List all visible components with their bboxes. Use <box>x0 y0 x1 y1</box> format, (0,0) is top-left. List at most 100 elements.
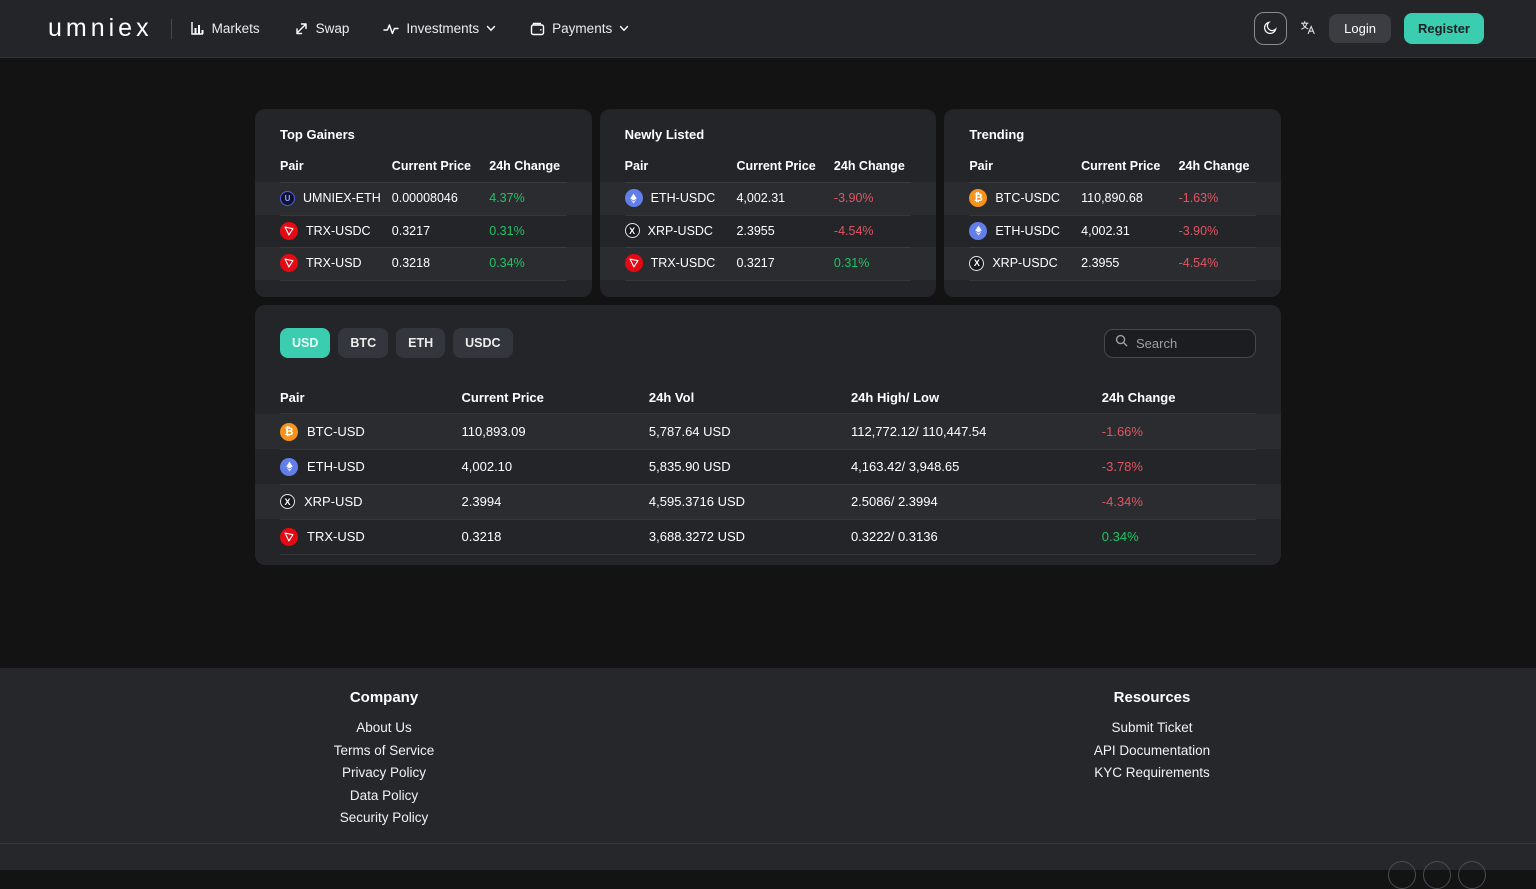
column-header-pair: Pair <box>280 159 392 173</box>
nav-item-payments[interactable]: Payments <box>530 21 629 36</box>
pair-label: ETH-USDC <box>651 191 716 205</box>
change-value: 0.34% <box>1102 529 1256 544</box>
search-input[interactable] <box>1136 336 1245 351</box>
table-row[interactable]: ₿ BTC-USDC 110,890.68 -1.63% <box>944 182 1281 215</box>
pair-label: BTC-USDC <box>995 191 1060 205</box>
footer-company-column: Company About Us Terms of Service Privac… <box>0 689 768 843</box>
nav-item-label: Payments <box>552 21 612 36</box>
footer-link-data-policy[interactable]: Data Policy <box>0 785 768 808</box>
newly-listed-card: Newly Listed Pair Current Price 24h Chan… <box>600 109 937 297</box>
register-button[interactable]: Register <box>1404 13 1484 44</box>
table-row[interactable]: ₿ BTC-USD 110,893.09 5,787.64 USD 112,77… <box>255 414 1281 449</box>
nav-item-label: Investments <box>406 21 479 36</box>
bar-chart-icon <box>190 21 205 36</box>
chevron-down-icon <box>486 25 496 32</box>
theme-toggle-button[interactable] <box>1254 12 1287 45</box>
social-icon[interactable] <box>1423 861 1451 889</box>
footer-link-terms-of-service[interactable]: Terms of Service <box>0 740 768 763</box>
nav-item-swap[interactable]: Swap <box>294 21 350 36</box>
nav-item-markets[interactable]: Markets <box>190 21 260 36</box>
column-header-price: Current Price <box>1081 159 1178 173</box>
footer-link-kyc-requirements[interactable]: KYC Requirements <box>768 762 1536 785</box>
xrp-coin-icon: X <box>625 223 640 238</box>
table-row[interactable]: U UMNIEX-ETH 0.00008046 4.37% <box>255 182 592 215</box>
change-value: -3.78% <box>1102 459 1256 474</box>
high-low-24h: 4,163.42/ 3,948.65 <box>851 459 1102 474</box>
current-price: 0.00008046 <box>392 191 489 205</box>
login-button[interactable]: Login <box>1329 14 1391 43</box>
btc-coin-icon: ₿ <box>280 423 298 441</box>
pair-label: ETH-USDC <box>995 224 1060 238</box>
column-header-change: 24h Change <box>489 159 566 173</box>
column-header-change: 24h Change <box>1102 390 1256 405</box>
pair-label: TRX-USD <box>306 256 362 270</box>
market-highlight-cards: Top Gainers Pair Current Price 24h Chang… <box>255 109 1281 297</box>
social-icon[interactable] <box>1458 861 1486 889</box>
xrp-coin-icon: X <box>280 494 295 509</box>
table-row[interactable]: ETH-USDC 4,002.31 -3.90% <box>600 182 937 215</box>
brand-logo[interactable]: umniex <box>48 14 153 43</box>
change-value: -3.90% <box>1179 224 1256 238</box>
card-title: Newly Listed <box>625 127 912 142</box>
high-low-24h: 0.3222/ 0.3136 <box>851 529 1102 544</box>
language-toggle-button[interactable] <box>1300 20 1316 38</box>
current-price: 110,893.09 <box>462 424 649 439</box>
footer-link-about-us[interactable]: About Us <box>0 717 768 740</box>
footer-link-api-documentation[interactable]: API Documentation <box>768 740 1536 763</box>
table-row[interactable]: TRX-USDC 0.3217 0.31% <box>255 215 592 248</box>
change-value: 0.34% <box>489 256 566 270</box>
pair-label: XRP-USDC <box>648 224 713 238</box>
footer-link-submit-ticket[interactable]: Submit Ticket <box>768 717 1536 740</box>
moon-icon <box>1263 20 1278 38</box>
current-price: 2.3994 <box>462 494 649 509</box>
filter-usdc-button[interactable]: USDC <box>453 328 512 358</box>
volume-24h: 3,688.3272 USD <box>649 529 851 544</box>
change-value: -1.63% <box>1179 191 1256 205</box>
table-row[interactable]: X XRP-USD 2.3994 4,595.3716 USD 2.5086/ … <box>255 484 1281 519</box>
filter-btc-button[interactable]: BTC <box>338 328 388 358</box>
wallet-icon <box>530 22 545 36</box>
markets-table-rows: ₿ BTC-USD 110,893.09 5,787.64 USD 112,77… <box>280 414 1256 554</box>
pair-label: XRP-USDC <box>992 256 1057 270</box>
table-row[interactable]: TRX-USD 0.3218 3,688.3272 USD 0.3222/ 0.… <box>255 519 1281 554</box>
search-box[interactable] <box>1104 329 1256 358</box>
quote-filter-row: USD BTC ETH USDC <box>280 328 1256 358</box>
eth-coin-icon <box>280 458 298 476</box>
swap-arrows-icon <box>294 21 309 36</box>
table-row[interactable]: X XRP-USDC 2.3955 -4.54% <box>944 247 1281 280</box>
table-rows: ₿ BTC-USDC 110,890.68 -1.63% ETH-USDC 4,… <box>969 182 1256 280</box>
current-price: 110,890.68 <box>1081 191 1178 205</box>
pair-label: ETH-USD <box>307 459 365 474</box>
pair-label: TRX-USDC <box>651 256 716 270</box>
main-menu: Markets Swap Investments <box>190 21 630 36</box>
table-rows: U UMNIEX-ETH 0.00008046 4.37% TRX-USDC 0… <box>280 182 567 280</box>
table-header: Pair Current Price 24h Change <box>625 150 912 182</box>
activity-icon <box>383 22 399 36</box>
column-header-price: Current Price <box>736 159 833 173</box>
footer-link-security-policy[interactable]: Security Policy <box>0 807 768 830</box>
footer-link-privacy-policy[interactable]: Privacy Policy <box>0 762 768 785</box>
social-icon[interactable] <box>1388 861 1416 889</box>
filter-usd-button[interactable]: USD <box>280 328 330 358</box>
nav-actions: Login Register <box>1254 12 1484 45</box>
footer: Company About Us Terms of Service Privac… <box>0 668 1536 843</box>
table-row[interactable]: ETH-USD 4,002.10 5,835.90 USD 4,163.42/ … <box>255 449 1281 484</box>
nav-item-investments[interactable]: Investments <box>383 21 496 36</box>
current-price: 4,002.31 <box>1081 224 1178 238</box>
filter-eth-button[interactable]: ETH <box>396 328 445 358</box>
nav-item-label: Markets <box>212 21 260 36</box>
table-row[interactable]: ETH-USDC 4,002.31 -3.90% <box>944 215 1281 248</box>
search-icon <box>1115 334 1128 352</box>
column-header-change: 24h Change <box>1179 159 1256 173</box>
pair-label: XRP-USD <box>304 494 363 509</box>
translate-icon <box>1300 20 1316 38</box>
table-row[interactable]: X XRP-USDC 2.3955 -4.54% <box>600 215 937 248</box>
current-price: 2.3955 <box>736 224 833 238</box>
table-row[interactable]: TRX-USD 0.3218 0.34% <box>255 247 592 280</box>
table-row[interactable]: TRX-USDC 0.3217 0.31% <box>600 247 937 280</box>
table-header: Pair Current Price 24h Change <box>280 150 567 182</box>
change-value: 0.31% <box>834 256 911 270</box>
footer-resources-column: Resources Submit Ticket API Documentatio… <box>768 689 1536 843</box>
card-title: Trending <box>969 127 1256 142</box>
footer-heading: Resources <box>768 689 1536 706</box>
